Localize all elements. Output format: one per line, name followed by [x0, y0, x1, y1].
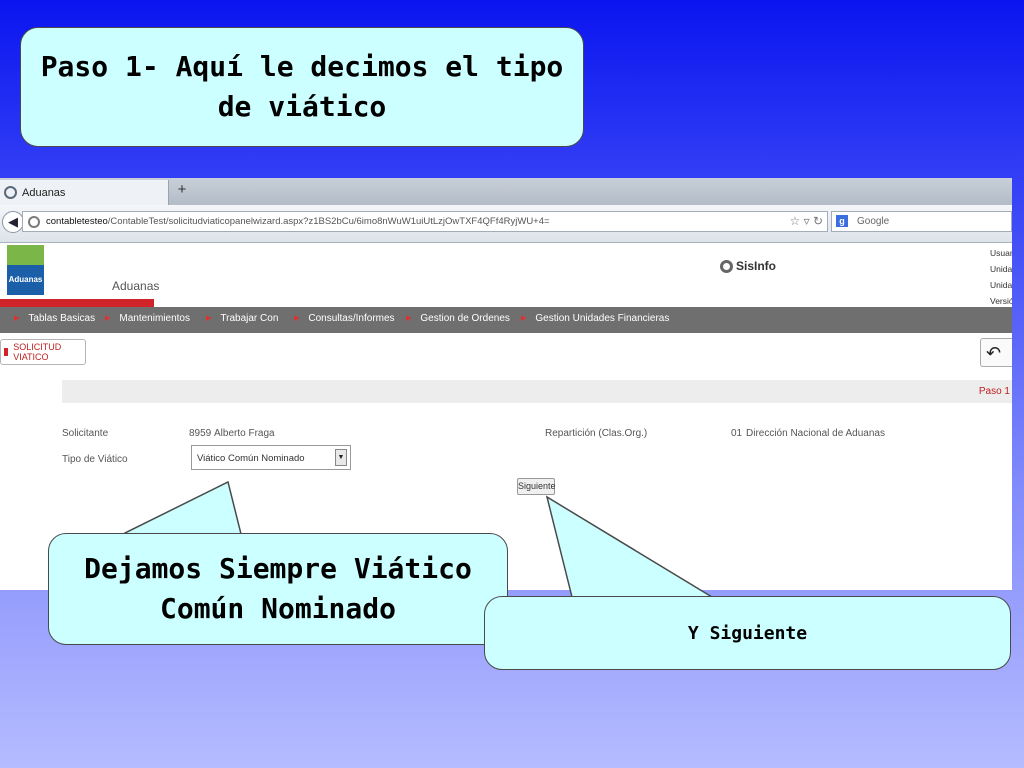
callout-siguiente-text: Y Siguiente — [687, 622, 808, 644]
callout-siguiente: Y Siguiente — [484, 596, 1011, 670]
callout-nominado-text: Dejamos Siempre Viático Común Nominado — [84, 552, 472, 625]
pointer-nominado — [122, 480, 242, 535]
pointer-siguiente — [545, 495, 715, 598]
callout-nominado: Dejamos Siempre Viático Común Nominado — [48, 533, 508, 645]
